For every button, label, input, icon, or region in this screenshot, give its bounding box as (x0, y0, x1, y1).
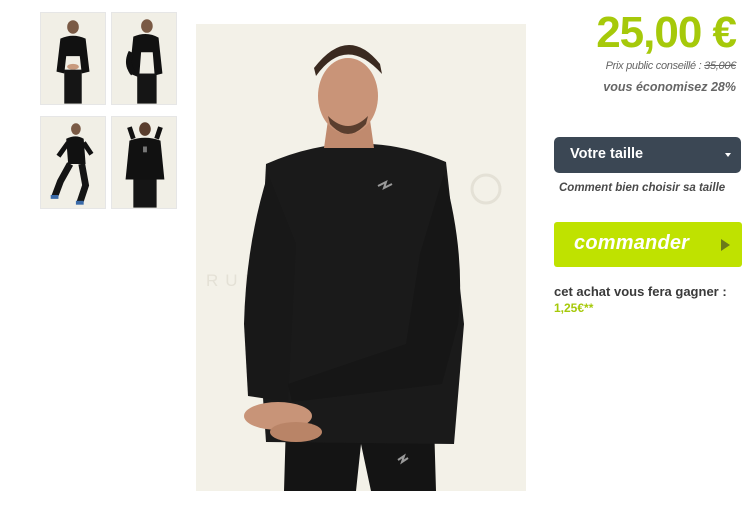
rewards-text: cet achat vous fera gagner : (554, 284, 727, 299)
thumbnail-front[interactable] (40, 12, 106, 105)
size-dropdown-value: Votre taille (570, 146, 644, 162)
product-photo-running-icon (41, 117, 105, 208)
size-dropdown[interactable]: Votre taille (554, 137, 741, 173)
msrp-line: Prix public conseillé : 35,00€ (605, 60, 737, 72)
savings-text: vous économisez 28% (603, 80, 736, 94)
thumbnail-back[interactable] (111, 116, 177, 209)
msrp-value: 35,00€ (704, 60, 736, 72)
product-photo-back-icon (112, 117, 176, 208)
main-product-image[interactable]: RUNNING FITNESS (196, 24, 526, 491)
chevron-down-icon (725, 153, 731, 157)
product-photo-side-icon (112, 13, 176, 104)
msrp-label: Prix public conseillé : (605, 60, 705, 72)
arrow-right-icon (721, 239, 730, 251)
product-price: 25,00 € (596, 8, 737, 57)
thumbnail-running[interactable] (40, 116, 106, 209)
order-button-label: commander (574, 232, 690, 254)
order-button[interactable]: commander (554, 222, 742, 267)
product-photo-front-icon (41, 13, 105, 104)
thumbnail-side[interactable] (111, 12, 177, 105)
rewards-amount: 1,25€** (554, 301, 594, 315)
product-model-photo-icon: RUNNING FITNESS (196, 24, 526, 491)
size-guide-link[interactable]: Comment bien choisir sa taille (559, 182, 725, 194)
